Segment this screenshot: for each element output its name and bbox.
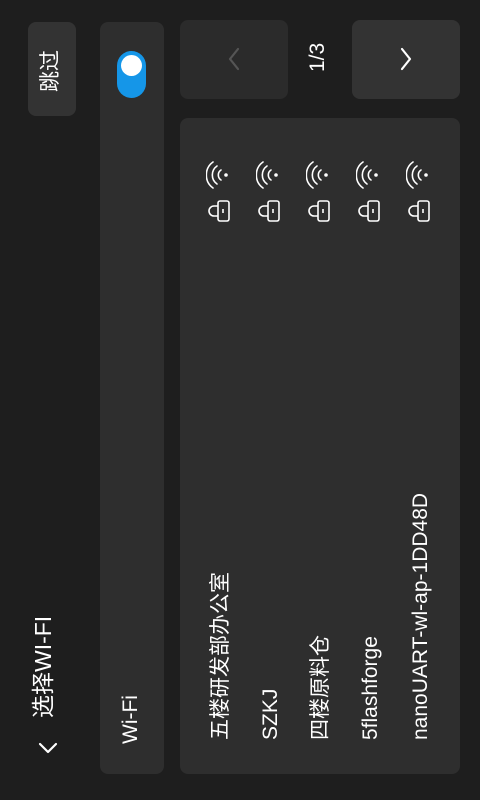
network-item[interactable]: 五楼研发部办公室	[200, 148, 240, 768]
lock-icon	[408, 200, 430, 222]
lock-icon	[208, 200, 230, 222]
chevron-right-icon	[400, 47, 412, 71]
network-item[interactable]: 5flashforge	[350, 148, 390, 768]
chevron-left-icon	[228, 47, 240, 71]
wifi-toggle-label: Wi-Fi	[119, 695, 142, 744]
wifi-signal-icon	[406, 161, 428, 189]
lock-icon	[358, 200, 380, 222]
back-button[interactable]	[30, 730, 66, 766]
next-page-button[interactable]	[352, 20, 460, 99]
lock-icon	[308, 200, 330, 222]
page-title: 选择WI-FI	[30, 615, 56, 718]
wifi-signal-icon	[306, 161, 328, 189]
wifi-signal-icon	[256, 161, 278, 189]
wifi-toggle-switch[interactable]	[117, 51, 146, 98]
chevron-left-icon	[38, 742, 58, 754]
network-item[interactable]: SZKJ	[250, 148, 290, 768]
network-ssid: nanoUART-wl-ap-1DD48D	[409, 492, 432, 740]
network-ssid: 5flashforge	[359, 636, 382, 740]
network-ssid: 四楼原料仓	[309, 635, 332, 740]
toggle-knob	[121, 55, 142, 76]
wifi-signal-icon	[356, 161, 378, 189]
prev-page-button[interactable]	[180, 20, 288, 99]
network-ssid: SZKJ	[259, 688, 282, 740]
network-item[interactable]: nanoUART-wl-ap-1DD48D	[400, 148, 440, 768]
network-item[interactable]: 四楼原料仓	[300, 148, 340, 768]
wifi-signal-icon	[206, 161, 228, 189]
skip-button-label: 跳过	[39, 50, 62, 92]
page-indicator: 1/3	[306, 42, 329, 72]
wifi-toggle-panel	[100, 22, 164, 774]
lock-icon	[258, 200, 280, 222]
network-ssid: 五楼研发部办公室	[209, 572, 232, 740]
